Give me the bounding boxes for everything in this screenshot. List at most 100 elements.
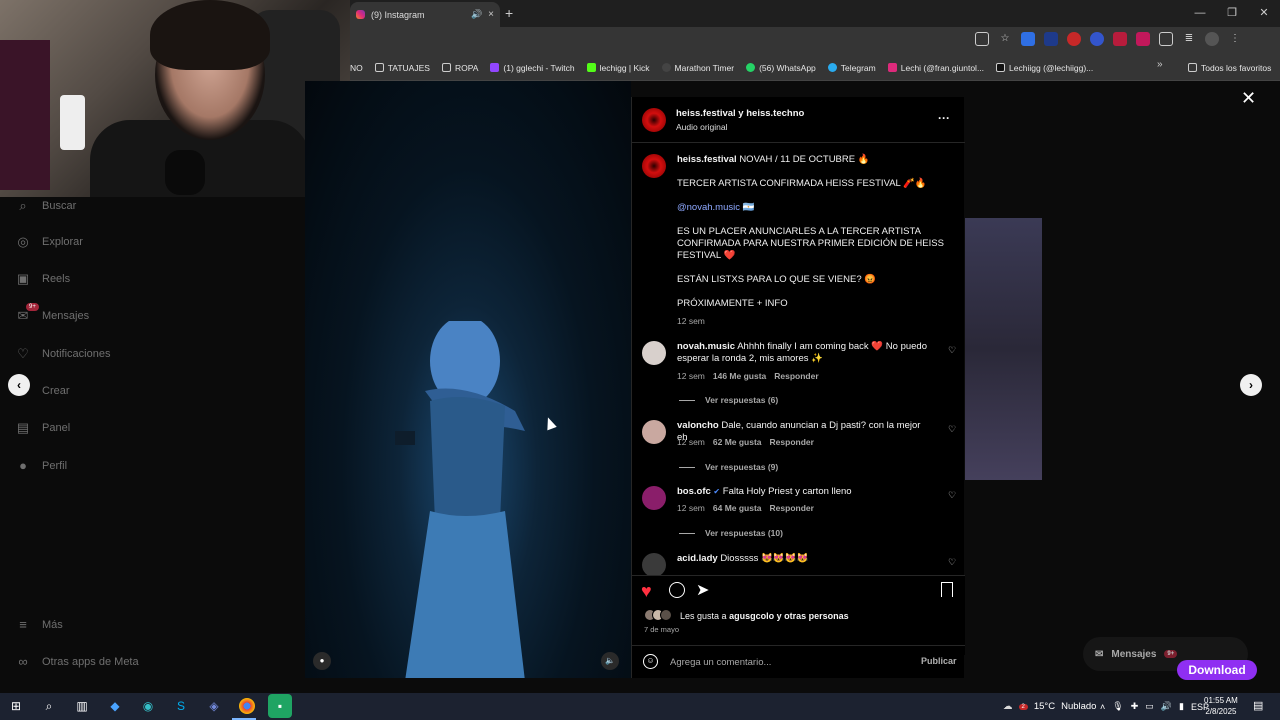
bookmark-item[interactable]: NO <box>350 63 363 73</box>
browser-tab-instagram[interactable]: (9) Instagram 🔊 × <box>350 2 500 27</box>
comment-likes[interactable]: 146 Me gusta <box>713 371 766 381</box>
weather-widget[interactable]: ☁ 2 15°C Nublado <box>1003 693 1096 720</box>
more-options-icon[interactable]: ··· <box>938 111 950 125</box>
profile-icon[interactable] <box>1205 32 1219 46</box>
battery-icon[interactable]: ▮ <box>1179 701 1184 712</box>
comment-like-heart-icon[interactable]: ♡ <box>948 490 956 501</box>
share-send-icon[interactable]: ➤ <box>696 580 709 600</box>
taskbar-clock[interactable]: 01:55 AM 2/8/2025 <box>1204 695 1238 717</box>
comment-like-heart-icon[interactable]: ♡ <box>948 424 956 435</box>
view-replies-button[interactable]: Ver respuestas (6) <box>679 395 778 405</box>
sidebar-item-mas[interactable]: ≡ Más <box>15 617 63 633</box>
close-modal-button[interactable]: ✕ <box>1241 88 1256 109</box>
extension-icon[interactable] <box>1090 32 1104 46</box>
comment-username[interactable]: novah.music <box>677 341 735 352</box>
extension-icon[interactable] <box>1044 32 1058 46</box>
comment-avatar[interactable] <box>642 420 666 444</box>
restore-button[interactable]: ❐ <box>1216 0 1248 27</box>
notifications-icon[interactable]: ▤ <box>1253 699 1263 712</box>
comment-input[interactable] <box>670 653 900 671</box>
chevron-up-icon[interactable]: ˄ <box>1100 702 1105 712</box>
bookmark-folder-tatuajes[interactable]: TATUAJES <box>374 63 430 73</box>
task-view-icon[interactable]: ▥ <box>70 694 94 718</box>
install-app-icon[interactable] <box>975 32 989 46</box>
all-bookmarks-button[interactable]: Todos los favoritos <box>1188 54 1271 81</box>
bookmark-tiktok[interactable]: Lechiigg (@lechiigg)... <box>996 63 1093 73</box>
search-icon[interactable]: ⌕ <box>37 694 61 718</box>
sidebar-item-perfil[interactable]: ● Perfil <box>15 458 67 474</box>
save-bookmark-icon[interactable] <box>941 582 953 597</box>
close-window-button[interactable]: ✕ <box>1248 0 1280 27</box>
view-replies-button[interactable]: Ver respuestas (9) <box>679 462 778 472</box>
volume-icon[interactable]: 🔊 <box>1161 701 1172 712</box>
tagged-users-button[interactable]: ● <box>313 652 331 670</box>
bookmark-whatsapp[interactable]: (56) WhatsApp <box>746 63 816 73</box>
microphone-icon[interactable]: 🎙 <box>1112 701 1123 712</box>
extension-icon[interactable] <box>1113 32 1127 46</box>
comment-username[interactable]: acid.lady <box>677 553 718 564</box>
comment-bubble-icon[interactable] <box>669 582 685 598</box>
post-authors[interactable]: heiss.festival y heiss.techno <box>676 108 804 119</box>
sidebar-item-notificaciones[interactable]: ♡ Notificaciones <box>15 346 110 362</box>
comment-avatar[interactable] <box>642 486 666 510</box>
puzzle-icon[interactable] <box>1159 32 1173 46</box>
previous-post-button[interactable]: ‹ <box>8 374 30 396</box>
comment-username[interactable]: valoncho <box>677 420 719 431</box>
comment-like-heart-icon[interactable]: ♡ <box>948 557 956 568</box>
reply-button[interactable]: Responder <box>770 503 814 513</box>
bookmarks-overflow-button[interactable]: » <box>1157 59 1163 70</box>
new-tab-button[interactable]: + <box>505 5 513 21</box>
extension-icon[interactable] <box>1067 32 1081 46</box>
app-icon[interactable]: ▪ <box>268 694 292 718</box>
tab-audio-icon[interactable]: 🔊 <box>471 9 482 20</box>
post-audio-link[interactable]: Audio original <box>676 122 728 132</box>
windows-start-icon[interactable]: ⊞ <box>4 694 28 718</box>
author-avatar[interactable] <box>642 108 666 132</box>
app-tray-icon[interactable]: ✚ <box>1131 701 1139 712</box>
file-app-icon[interactable]: ◆ <box>103 694 127 718</box>
bookmark-star-icon[interactable]: ☆ <box>998 32 1012 46</box>
menu-kebab-icon[interactable]: ⋮ <box>1228 32 1242 46</box>
chrome-icon[interactable] <box>239 698 255 714</box>
bookmark-folder-ropa[interactable]: ROPA <box>441 63 478 73</box>
likes-summary[interactable]: Les gusta a agusgcolo y otras personas <box>680 611 849 621</box>
liker-username[interactable]: agusgcolo <box>729 611 774 621</box>
bookmark-telegram[interactable]: Telegram <box>827 63 876 73</box>
comment-avatar[interactable] <box>642 553 666 577</box>
sidebar-item-buscar[interactable]: ⌕ Buscar <box>15 198 76 214</box>
media-control-icon[interactable]: ≣ <box>1182 32 1196 46</box>
next-post-button[interactable]: › <box>1240 374 1262 396</box>
extension-icon[interactable] <box>1021 32 1035 46</box>
edge-icon[interactable]: ◉ <box>136 694 160 718</box>
bookmark-kick[interactable]: lechigg | Kick <box>586 63 650 73</box>
sidebar-item-mensajes[interactable]: ✉ Mensajes <box>15 308 90 324</box>
view-replies-button[interactable]: Ver respuestas (10) <box>679 528 783 538</box>
sidebar-item-panel[interactable]: ▤ Panel <box>15 420 70 436</box>
caption-username[interactable]: heiss.festival <box>677 154 737 165</box>
network-icon[interactable]: ▭ <box>1145 701 1154 712</box>
sidebar-item-explorar[interactable]: ◎ Explorar <box>15 234 83 250</box>
publish-button[interactable]: Publicar <box>921 656 957 666</box>
next-post-preview[interactable] <box>965 218 1042 480</box>
comment-avatar[interactable] <box>642 341 666 365</box>
like-heart-icon[interactable]: ♥ <box>641 581 652 602</box>
caption-mention[interactable]: @novah.music 🇦🇷 <box>677 202 754 213</box>
bookmark-marathon-timer[interactable]: Marathon Timer <box>661 63 734 73</box>
download-button[interactable]: Download <box>1177 660 1257 680</box>
minimize-button[interactable]: — <box>1184 0 1216 27</box>
reel-video[interactable] <box>305 81 631 678</box>
comment-likes[interactable]: 64 Me gusta <box>713 503 762 513</box>
bookmark-twitch[interactable]: (1) gglechi - Twitch <box>490 63 575 73</box>
skype-icon[interactable]: S <box>169 694 193 718</box>
sidebar-item-meta-apps[interactable]: ∞ Otras apps de Meta <box>15 654 138 670</box>
reply-button[interactable]: Responder <box>774 371 818 381</box>
comment-username[interactable]: bos.ofc <box>677 486 711 497</box>
tab-close-button[interactable]: × <box>488 9 494 20</box>
emoji-icon[interactable]: ☺ <box>643 654 658 669</box>
bookmark-instagram[interactable]: Lechi (@fran.giuntol... <box>887 63 984 73</box>
sidebar-item-reels[interactable]: ▣ Reels <box>15 271 70 287</box>
extension-icon[interactable] <box>1136 32 1150 46</box>
comment-like-heart-icon[interactable]: ♡ <box>948 345 956 356</box>
discord-icon[interactable]: ◈ <box>202 694 226 718</box>
comment-likes[interactable]: 62 Me gusta <box>713 437 762 447</box>
